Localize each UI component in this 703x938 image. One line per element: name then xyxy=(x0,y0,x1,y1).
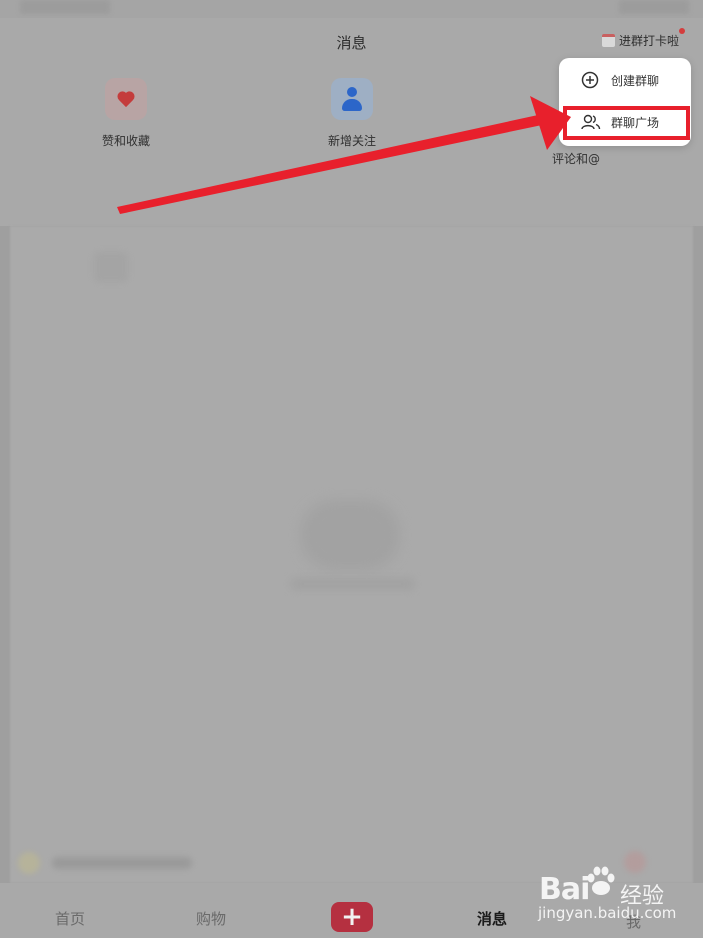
checkin-button[interactable]: 进群打卡啦 xyxy=(601,32,679,49)
status-left-blur xyxy=(20,0,110,14)
tab-shopping[interactable]: 购物 xyxy=(196,908,226,929)
notification-dot xyxy=(679,28,685,34)
comments-label[interactable]: 评论和@ xyxy=(552,150,600,167)
status-bar xyxy=(0,0,703,18)
plus-circle-icon xyxy=(581,71,599,89)
calendar-icon xyxy=(601,34,615,47)
annotation-highlight-box xyxy=(563,106,690,140)
status-right-blur xyxy=(619,0,689,14)
likes-icon-box xyxy=(105,78,147,120)
likes-and-favorites-entry[interactable]: 赞和收藏 xyxy=(66,78,186,149)
blurred-item xyxy=(94,252,128,282)
new-followers-entry[interactable]: 新增关注 xyxy=(292,78,412,149)
tab-messages[interactable]: 消息 xyxy=(477,908,507,929)
likes-label: 赞和收藏 xyxy=(101,134,150,148)
page-title: 消息 xyxy=(336,34,367,52)
watermark-brand: Bai xyxy=(539,872,590,907)
follow-label: 新增关注 xyxy=(327,134,376,148)
watermark-url: jingyan.baidu.com xyxy=(538,904,677,922)
tab-home[interactable]: 首页 xyxy=(55,908,85,929)
banner-icon xyxy=(18,852,40,874)
empty-state-illustration xyxy=(300,500,400,570)
post-button[interactable]: + xyxy=(331,902,373,932)
create-group-chat-item[interactable]: 创建群聊 xyxy=(559,65,691,95)
create-group-label: 创建群聊 xyxy=(611,74,660,88)
banner-text xyxy=(52,857,192,869)
notification-banner[interactable] xyxy=(18,848,192,876)
heart-icon xyxy=(117,92,135,108)
person-icon xyxy=(331,78,373,120)
empty-state-text xyxy=(290,578,415,590)
banner-close-icon[interactable] xyxy=(624,851,646,873)
checkin-label: 进群打卡啦 xyxy=(618,34,679,48)
